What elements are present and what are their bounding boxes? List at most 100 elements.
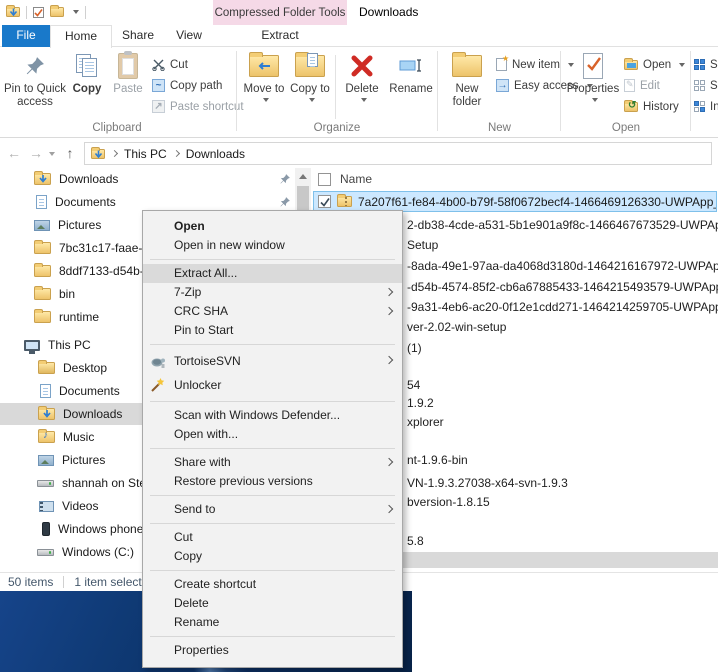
- chevron-down-icon: [308, 98, 315, 102]
- new-item-button[interactable]: ★ New item: [496, 54, 574, 74]
- file-name-partial[interactable]: (1): [407, 341, 422, 356]
- sidebar-item-downloads-quick[interactable]: Downloads: [0, 168, 295, 190]
- copy-to-icon: [295, 51, 325, 81]
- selected-file-row[interactable]: 7a207f61-fe84-4b00-b79f-58f0672becf4-146…: [313, 191, 717, 212]
- menu-separator: [150, 448, 395, 449]
- breadcrumb[interactable]: This PC Downloads: [84, 142, 712, 165]
- context-menu-item-tortoisesvn[interactable]: TortoiseSVN: [143, 349, 402, 373]
- context-menu-item-pin-to-start[interactable]: Pin to Start: [143, 321, 402, 340]
- downloads-folder-icon[interactable]: [6, 5, 20, 17]
- menu-item-label: Open in new window: [174, 238, 285, 252]
- breadcrumb-this-pc[interactable]: This PC: [124, 147, 167, 161]
- folder-toolbar-icon[interactable]: [50, 5, 64, 17]
- context-menu-item-share-with[interactable]: Share with: [143, 453, 402, 472]
- window-title: Downloads: [359, 5, 419, 19]
- pin-icon: [280, 197, 290, 207]
- context-menu-item-cut[interactable]: Cut: [143, 528, 402, 547]
- menu-item-label: 7-Zip: [174, 285, 202, 299]
- back-button[interactable]: ←: [4, 143, 24, 163]
- open-button[interactable]: Open: [624, 55, 686, 74]
- file-name-partial[interactable]: nt-1.9.6-bin: [407, 453, 468, 468]
- file-name-partial[interactable]: -9a31-4eb6-ac20-0f12e1cdd271-14642142597…: [407, 300, 718, 315]
- cut-button[interactable]: Cut: [152, 55, 188, 74]
- new-folder-button[interactable]: New folder: [443, 51, 491, 115]
- context-menu-item-open-with[interactable]: Open with...: [143, 425, 402, 444]
- file-name-partial[interactable]: ver-2.02-win-setup: [407, 320, 506, 335]
- row-checkbox[interactable]: [318, 195, 331, 208]
- select-all-checkbox[interactable]: [318, 172, 331, 186]
- up-button[interactable]: ↑: [60, 143, 80, 163]
- file-name-partial[interactable]: 5.8: [407, 534, 424, 549]
- tab-home[interactable]: Home: [50, 25, 112, 48]
- tab-share[interactable]: Share: [112, 25, 164, 47]
- breadcrumb-chevron-icon[interactable]: [172, 149, 180, 158]
- menu-separator: [150, 523, 395, 524]
- properties-button[interactable]: Properties: [566, 51, 620, 115]
- sidebar-item-label: Downloads: [59, 172, 119, 186]
- context-menu-item-create-shortcut[interactable]: Create shortcut: [143, 575, 402, 594]
- paste-button[interactable]: Paste: [108, 51, 148, 115]
- tab-view[interactable]: View: [164, 25, 214, 47]
- delete-button[interactable]: Delete: [338, 51, 386, 115]
- file-name-partial[interactable]: 1.9.2: [407, 396, 434, 411]
- status-separator: [63, 576, 65, 588]
- paste-shortcut-button[interactable]: ↗ Paste shortcut: [152, 97, 244, 116]
- context-menu-item-7-zip[interactable]: 7-Zip: [143, 283, 402, 302]
- context-menu-item-properties[interactable]: Properties: [143, 641, 402, 660]
- name-column-header[interactable]: Name: [340, 172, 372, 186]
- folder-icon: [34, 286, 51, 300]
- phone-icon: [42, 522, 50, 536]
- tab-extract[interactable]: Extract: [213, 25, 347, 47]
- context-menu-item-copy[interactable]: Copy: [143, 547, 402, 566]
- scroll-up-icon[interactable]: [299, 174, 307, 179]
- context-menu-item-restore-previous-versions[interactable]: Restore previous versions: [143, 472, 402, 491]
- chevron-down-icon[interactable]: [73, 10, 79, 14]
- copy-to-button[interactable]: Copy to: [288, 51, 332, 115]
- file-name-partial[interactable]: bversion-1.8.15: [407, 495, 490, 510]
- breadcrumb-chevron-icon[interactable]: [110, 149, 119, 158]
- breadcrumb-downloads[interactable]: Downloads: [186, 147, 245, 161]
- button-label: Invert selection: [710, 100, 718, 113]
- button-label: Copy: [72, 83, 102, 95]
- select-all-button[interactable]: Select all: [694, 55, 718, 74]
- file-name-partial[interactable]: 2-db38-4cde-a531-5b1e901a9f8c-1466467673…: [407, 218, 718, 233]
- recent-locations-button[interactable]: [46, 143, 58, 163]
- file-list-header[interactable]: Name: [318, 172, 372, 186]
- file-name-partial[interactable]: -8ada-49e1-97aa-da4068d3180d-14642161679…: [407, 259, 718, 274]
- file-name-partial[interactable]: VN-1.9.3.27038-x64-svn-1.9.3: [407, 476, 568, 491]
- context-menu-item-scan-with-windows-defender[interactable]: Scan with Windows Defender...: [143, 406, 402, 425]
- context-menu-item-delete[interactable]: Delete: [143, 594, 402, 613]
- edit-button[interactable]: ✎ Edit: [624, 76, 660, 95]
- rename-button[interactable]: Rename: [388, 51, 434, 115]
- context-menu-item-open[interactable]: Open: [143, 217, 402, 236]
- pin-icon: [24, 51, 46, 81]
- file-name-partial[interactable]: 54: [407, 378, 420, 393]
- invert-selection-button[interactable]: Invert selection: [694, 97, 718, 116]
- select-none-button[interactable]: Select none: [694, 76, 718, 95]
- sidebar-item-label: Pictures: [58, 218, 102, 232]
- pin-to-quick-access-button[interactable]: Pin to Quick access: [4, 51, 66, 115]
- context-menu-item-crc-sha[interactable]: CRC SHA: [143, 302, 402, 321]
- context-menu-item-open-in-new-window[interactable]: Open in new window: [143, 236, 402, 255]
- computer-icon: [24, 339, 40, 354]
- move-to-button[interactable]: Move to: [242, 51, 286, 115]
- forward-button[interactable]: →: [26, 143, 46, 163]
- history-button[interactable]: ↺ History: [624, 97, 679, 116]
- button-label: Paste: [113, 83, 143, 95]
- context-menu-item-send-to[interactable]: Send to: [143, 500, 402, 519]
- contextual-tab-label: Compressed Folder Tools: [214, 6, 346, 19]
- copy-path-button[interactable]: ~ Copy path: [152, 76, 222, 95]
- sidebar-item-label: Windows (C:): [62, 545, 135, 559]
- context-menu-item-rename[interactable]: Rename: [143, 613, 402, 632]
- check-icon: [34, 8, 43, 17]
- checkbox-toolbar-icon[interactable]: [33, 6, 44, 18]
- desktop-icon: [38, 360, 55, 374]
- file-name-partial[interactable]: Setup: [407, 238, 438, 253]
- tab-file[interactable]: File: [2, 25, 50, 47]
- file-name-partial[interactable]: -d54b-4574-85f2-cb6a67885433-14642154935…: [407, 280, 718, 295]
- copy-button[interactable]: Copy: [68, 51, 106, 115]
- file-name-partial[interactable]: xplorer: [407, 415, 444, 430]
- button-label: Cut: [170, 58, 188, 71]
- context-menu-item-unlocker[interactable]: Unlocker: [143, 373, 402, 397]
- context-menu-item-extract-all[interactable]: Extract All...: [143, 264, 402, 283]
